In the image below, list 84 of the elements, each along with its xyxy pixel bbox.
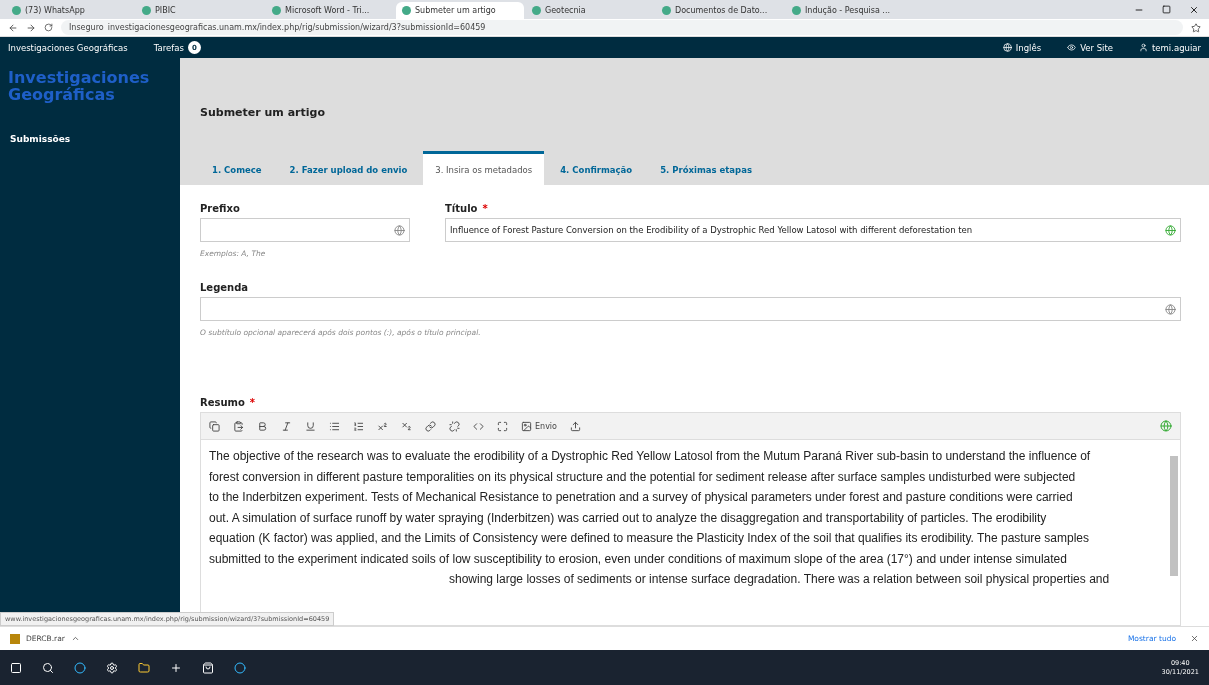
field-label: Título *: [445, 203, 489, 214]
globe-icon: [1002, 43, 1012, 52]
globe-icon[interactable]: [1165, 303, 1176, 315]
close-icon[interactable]: [1189, 4, 1199, 15]
back-icon[interactable]: [8, 22, 18, 33]
user-icon: [1139, 43, 1149, 52]
page-title: Submeter um artigo: [200, 106, 326, 119]
browser-tab[interactable]: Indução - Pesquisa ...: [786, 2, 914, 19]
gear-icon[interactable]: [106, 661, 118, 674]
favicon-icon: [792, 6, 801, 15]
abstract-text: forest conversion in different pasture temporalities on its physical structure and the potential for sediment release after surface samples undisturbed were subjected: [209, 468, 1077, 486]
prefix-field[interactable]: [200, 218, 410, 242]
subtitle-field[interactable]: [200, 297, 1181, 321]
field-label: Resumo *: [200, 397, 257, 408]
bookmark-icon[interactable]: [1191, 22, 1201, 33]
abstract-text: equation (K factor) was applied, and the Limits of Consistency were defined to measure the Plasticity Index of the soil that qualifies its erodibility. The pasture samples: [209, 530, 1090, 547]
image-icon: [521, 420, 532, 432]
reload-icon[interactable]: [44, 23, 53, 32]
step-tab[interactable]: 3. Insira os metadados: [423, 151, 545, 185]
favicon-icon: [142, 6, 151, 15]
unlink-icon[interactable]: [449, 420, 460, 432]
required-mark: *: [482, 203, 488, 214]
fullscreen-icon[interactable]: [497, 420, 508, 432]
image-upload-button[interactable]: Envio: [521, 420, 557, 432]
title-field[interactable]: Influence of Forest Pasture Conversion on the Erodibility of a Dystrophic Red Yellow Latosol with different deforestation ten: [445, 218, 1181, 242]
sidebar-item[interactable]: Submissões: [8, 133, 180, 144]
abstract-text: The objective of the research was to evaluate the erodibility of a Dystrophic Red Yellow Latosol from the Mutum Paraná River sub-basin to understand the influence of: [209, 448, 1092, 465]
step-tab[interactable]: 1. Comece: [200, 151, 274, 185]
circle-icon[interactable]: [234, 661, 246, 674]
field-label: Prefixo: [200, 203, 241, 214]
step-tab[interactable]: 4. Confirmação: [548, 151, 645, 185]
field-label: Legenda: [200, 282, 250, 293]
browser-icon[interactable]: [74, 661, 86, 674]
globe-icon[interactable]: [394, 224, 405, 236]
language-link[interactable]: Inglês: [1002, 42, 1042, 53]
upload-icon[interactable]: [570, 420, 581, 432]
archive-icon: [10, 633, 20, 644]
chevron-icon[interactable]: [70, 634, 80, 643]
superscript-icon[interactable]: [377, 420, 388, 432]
italic-icon[interactable]: [281, 420, 292, 432]
browser-tab[interactable]: Geotecnia: [526, 2, 654, 19]
address-bar[interactable]: Inseguro investigacionesgeograficas.unam.mx/index.php/rig/submission/wizard/3?submissionId=60459: [61, 20, 1183, 35]
globe-icon[interactable]: [1160, 420, 1172, 432]
favicon-icon: [662, 6, 671, 15]
favicon-icon: [12, 6, 21, 15]
browser-tab[interactable]: Documentos de Dato...: [656, 2, 784, 19]
forward-icon[interactable]: [26, 22, 36, 33]
step-tab[interactable]: 5. Próximas etapas: [648, 151, 764, 185]
globe-icon[interactable]: [1165, 224, 1176, 236]
abstract-text: out. A simulation of surface runoff by water spraying (Inderbitzen) was carried out to analyze the disaggregation and transportability of particles. The erodibility: [209, 509, 1048, 527]
view-site-link[interactable]: Ver Site: [1067, 42, 1114, 53]
underline-icon[interactable]: [305, 420, 316, 432]
url-text: investigacionesgeograficas.unam.mx/index.php/rig/submission/wizard/3?submissionId=60459: [107, 23, 486, 32]
favicon-icon: [532, 6, 541, 15]
start-icon[interactable]: [10, 661, 22, 674]
subscript-icon[interactable]: [401, 420, 412, 432]
eye-icon: [1067, 43, 1077, 52]
abstract-text: showing large losses of sediments or intense surface degradation. There was a relation between soil physical properties and: [448, 571, 1111, 588]
user-link[interactable]: temi.aguiar: [1139, 42, 1201, 53]
browser-tab[interactable]: PIBIC: [136, 2, 264, 19]
required-mark: *: [249, 397, 256, 408]
copy-icon[interactable]: [209, 420, 220, 432]
abstract-text: submitted to the experiment indicated soils of low susceptibility to erosion, even under conditions of maximum slope of the area (17°) and under intense simulated: [209, 550, 1068, 568]
site-name[interactable]: Investigaciones Geográficas: [8, 42, 128, 53]
bold-icon[interactable]: [257, 420, 268, 432]
favicon-icon: [272, 6, 281, 15]
bullet-list-icon[interactable]: [329, 420, 340, 432]
code-icon[interactable]: [473, 420, 484, 432]
security-label: Inseguro: [69, 23, 104, 32]
step-tab[interactable]: 2. Fazer upload do envio: [277, 151, 420, 185]
folder-icon[interactable]: [138, 661, 150, 674]
browser-tab[interactable]: Submeter um artigo: [396, 2, 524, 19]
numbered-list-icon[interactable]: [353, 420, 364, 432]
paste-icon[interactable]: [233, 420, 244, 432]
scrollbar-thumb[interactable]: [1170, 456, 1178, 576]
browser-tab[interactable]: Microsoft Word - Tri...: [266, 2, 394, 19]
search-icon[interactable]: [42, 661, 54, 674]
browser-tab[interactable]: (73) WhatsApp: [6, 2, 134, 19]
store-icon[interactable]: [202, 661, 214, 674]
maximize-icon[interactable]: [1162, 4, 1171, 14]
abstract-text: to the Inderbitzen experiment. Tests of Mechanical Resistance to penetration and a survey of physical parameters under forest and pasture conditions were carried: [209, 489, 1074, 506]
app-icon[interactable]: [170, 661, 182, 674]
link-icon[interactable]: [425, 420, 436, 432]
favicon-icon: [402, 6, 411, 15]
